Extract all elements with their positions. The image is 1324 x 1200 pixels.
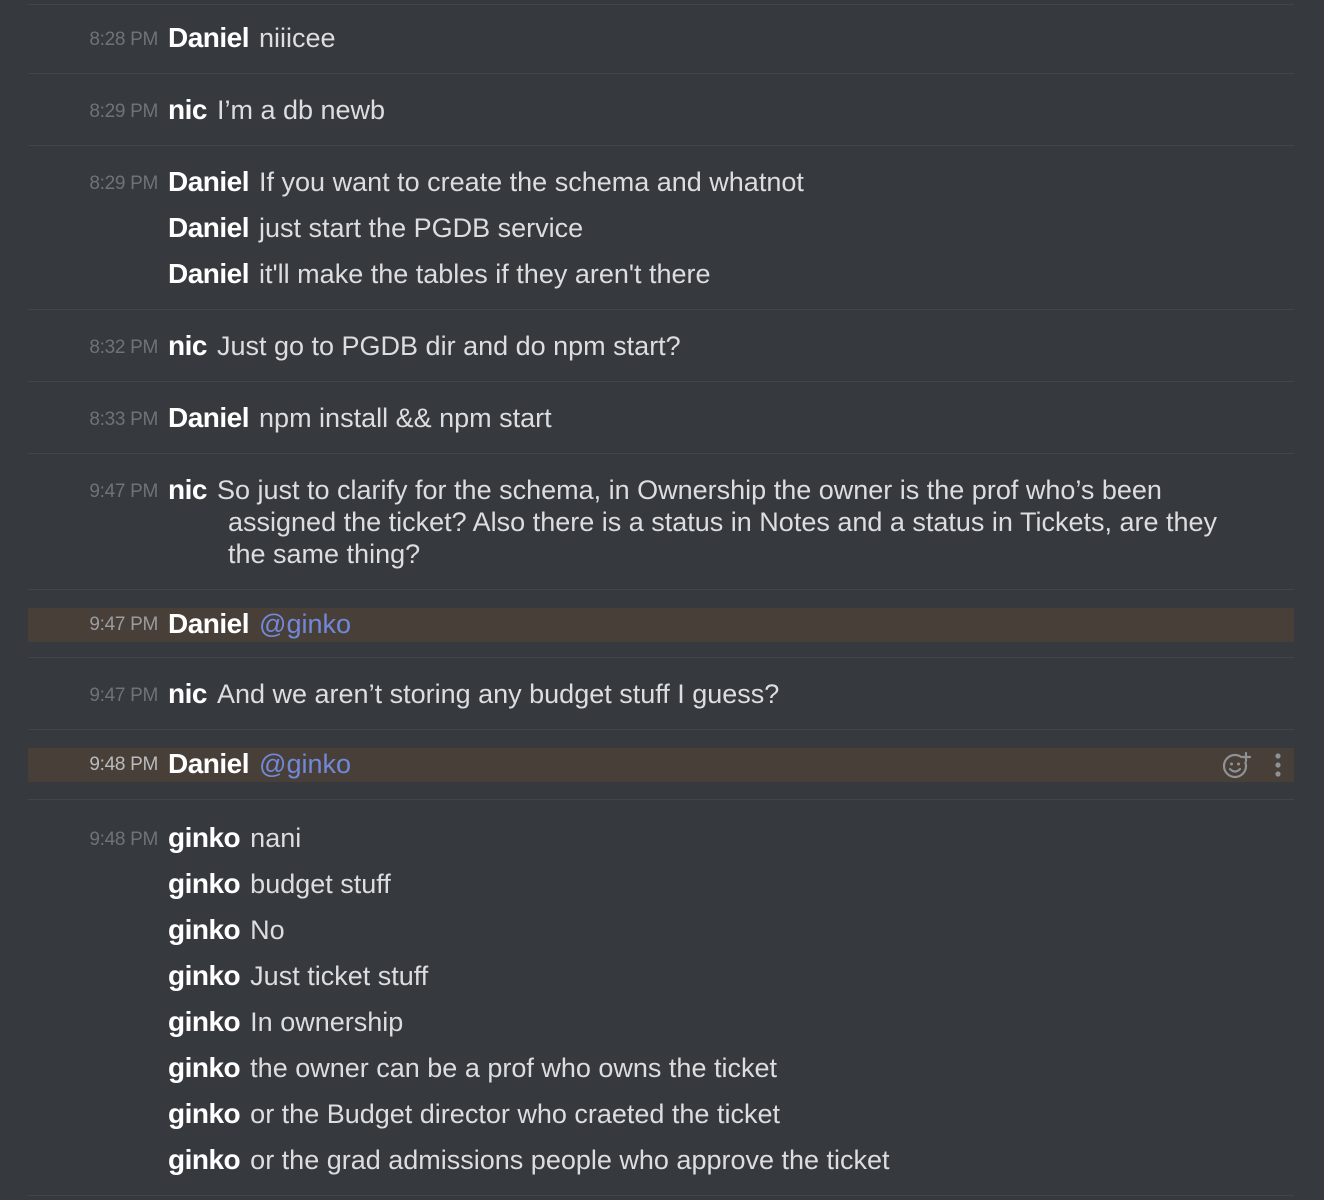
username[interactable]: Daniel <box>168 608 250 639</box>
message[interactable]: 9:47 PM nic And we aren’t storing any bud… <box>0 672 1324 718</box>
message-group: 9:47 PM nic And we aren’t storing any bud… <box>0 658 1324 730</box>
message-text: And we aren’t storing any budget stuff I… <box>216 679 780 709</box>
message-group: 9:47 PM nic So just to clarify for the sc… <box>0 454 1324 590</box>
message-text: or the grad admissions people who approv… <box>250 1145 890 1175</box>
message-text: the owner can be a prof who owns the tic… <box>250 1053 777 1083</box>
username[interactable]: nic <box>168 330 207 361</box>
username[interactable]: nic <box>168 94 207 125</box>
message-text: Just ticket stuff <box>250 961 429 991</box>
more-vertical-icon[interactable] <box>1274 752 1282 778</box>
message-text: just start the PGDB service <box>259 213 584 243</box>
message-text: I’m a db newb <box>216 95 386 125</box>
message[interactable]: 8:32 PM nic Just go to PGDB dir and do np… <box>0 324 1324 370</box>
username[interactable]: ginko <box>168 868 241 899</box>
message-text: Just go to PGDB dir and do npm start? <box>216 331 681 361</box>
message-group: 8:28 PM Daniel niiicee <box>0 0 1324 74</box>
message-text: If you want to create the schema and wha… <box>259 167 804 197</box>
message[interactable]: ginko or the grad admissions people who a… <box>0 1138 1324 1184</box>
message-group: 9:48 PM Daniel @ginko <box>0 730 1324 800</box>
username[interactable]: ginko <box>168 1052 241 1083</box>
message-text: npm install && npm start <box>259 403 552 433</box>
message[interactable]: 9:47 PM nic So just to clarify for the sc… <box>0 468 1324 578</box>
username[interactable]: Daniel <box>168 748 250 779</box>
message-group: 8:29 PM Daniel If you want to create the … <box>0 146 1324 310</box>
username[interactable]: Daniel <box>168 22 250 53</box>
message[interactable]: 8:33 PM Daniel npm install && npm start <box>0 396 1324 442</box>
timestamp[interactable]: 8:28 PM <box>28 29 158 51</box>
timestamp[interactable]: 9:47 PM <box>28 685 158 707</box>
timestamp[interactable]: 9:48 PM <box>28 754 158 776</box>
message-actions <box>1222 748 1282 782</box>
message[interactable]: 9:48 PM ginko nani <box>0 816 1324 862</box>
timestamp[interactable]: 9:47 PM <box>28 614 158 636</box>
username[interactable]: Daniel <box>168 402 250 433</box>
message-text: No <box>250 915 285 945</box>
message[interactable]: ginko No <box>0 908 1324 954</box>
message-group: 8:29 PM nic I’m a db newb <box>0 74 1324 146</box>
message[interactable]: ginko or the Budget director who craeted … <box>0 1092 1324 1138</box>
message[interactable]: 8:29 PM nic I’m a db newb <box>0 88 1324 134</box>
username[interactable]: Daniel <box>168 258 250 289</box>
timestamp[interactable]: 8:33 PM <box>28 409 158 431</box>
username[interactable]: ginko <box>168 1098 241 1129</box>
message-text: So just to clarify for the schema, in Ow… <box>216 475 1162 505</box>
message[interactable]: 8:29 PM Daniel If you want to create the … <box>0 160 1324 206</box>
message-text: niiicee <box>259 23 336 53</box>
user-mention[interactable]: @ginko <box>259 749 351 779</box>
message[interactable]: 8:28 PM Daniel niiicee <box>0 16 1324 62</box>
username[interactable]: ginko <box>168 822 241 853</box>
username[interactable]: ginko <box>168 914 241 945</box>
message[interactable]: Daniel just start the PGDB service <box>0 206 1324 252</box>
message-text: budget stuff <box>250 869 391 899</box>
username[interactable]: nic <box>168 678 207 709</box>
user-mention[interactable]: @ginko <box>259 609 351 639</box>
username[interactable]: Daniel <box>168 212 250 243</box>
timestamp[interactable]: 9:48 PM <box>28 829 158 851</box>
username[interactable]: ginko <box>168 1006 241 1037</box>
message-text: or the Budget director who craeted the t… <box>250 1099 780 1129</box>
message-group: 9:47 PM Daniel @ginko <box>0 590 1324 658</box>
username[interactable]: ginko <box>168 960 241 991</box>
timestamp[interactable]: 8:32 PM <box>28 337 158 359</box>
timestamp[interactable]: 9:47 PM <box>28 481 158 503</box>
message-list: 8:28 PM Daniel niiicee 8:29 PM nic I’m a d… <box>0 0 1324 1200</box>
timestamp[interactable]: 8:29 PM <box>28 101 158 123</box>
message-group: 8:33 PM Daniel npm install && npm start <box>0 382 1324 454</box>
message-text-continuation: assigned the ticket? Also there is a sta… <box>228 507 1218 569</box>
message[interactable]: ginko Just ticket stuff <box>0 954 1324 1000</box>
message-group: 8:32 PM nic Just go to PGDB dir and do np… <box>0 310 1324 382</box>
username[interactable]: Daniel <box>168 166 250 197</box>
message[interactable]: Daniel it'll make the tables if they aren… <box>0 252 1324 298</box>
message-text: In ownership <box>250 1007 404 1037</box>
username[interactable]: ginko <box>168 1144 241 1175</box>
message-text: it'll make the tables if they aren't the… <box>259 259 711 289</box>
mention-message[interactable]: 9:48 PM Daniel @ginko <box>28 748 1294 782</box>
message-text: nani <box>250 823 302 853</box>
mention-message[interactable]: 9:47 PM Daniel @ginko <box>28 608 1294 642</box>
message[interactable]: ginko In ownership <box>0 1000 1324 1046</box>
emoji-add-icon[interactable] <box>1222 750 1252 780</box>
message[interactable]: ginko the owner can be a prof who owns th… <box>0 1046 1324 1092</box>
username[interactable]: nic <box>168 474 207 505</box>
message[interactable]: ginko budget stuff <box>0 862 1324 908</box>
timestamp[interactable]: 8:29 PM <box>28 173 158 195</box>
message-group: 9:48 PM ginko nani ginko budget stuff gink… <box>0 800 1324 1196</box>
